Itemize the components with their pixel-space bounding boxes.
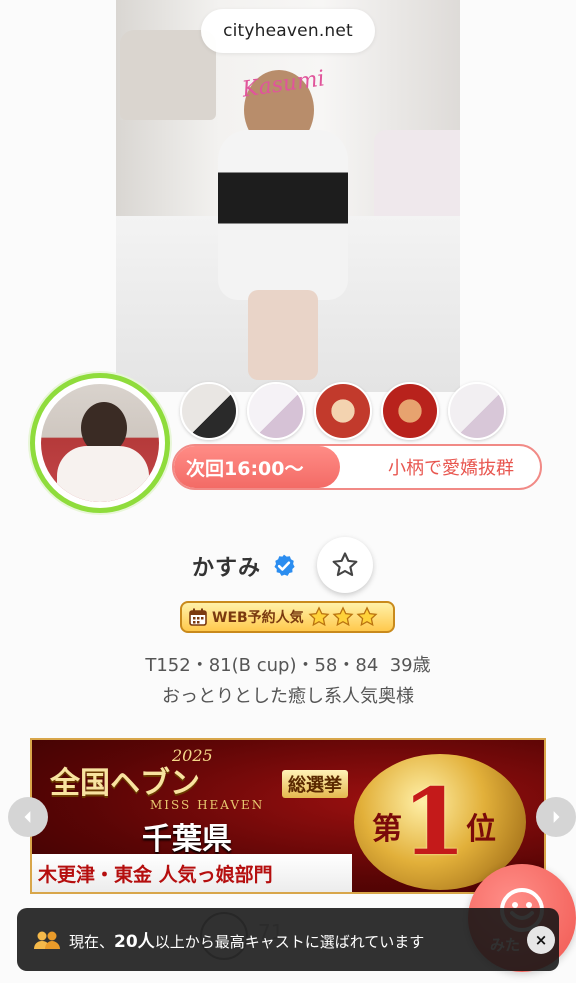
banner-rank-suffix: 位 (466, 812, 497, 847)
favorite-button[interactable] (317, 537, 373, 593)
photo-chair (120, 30, 216, 120)
next-shift-label: 次回16:00〜 (174, 446, 340, 488)
schedule-bar[interactable]: 次回16:00〜 小柄で愛嬌抜群 (172, 444, 542, 490)
miss-heaven-banner[interactable]: 全国ヘブン 2025 総選挙 MISS HEAVEN 千葉県 木更津・東金 人気… (30, 738, 546, 894)
banner-prev-button[interactable] (8, 797, 48, 837)
star-icon (356, 606, 378, 627)
profile-description: おっとりとした癒し系人気奥様 (162, 686, 414, 707)
measurements: T152・81(B cup)・58・84 (145, 655, 379, 676)
photo-thumbnail[interactable] (180, 382, 238, 440)
photo-thumbnail[interactable] (314, 382, 372, 440)
verified-badge-icon (274, 554, 295, 576)
catch-copy: 小柄で愛嬌抜群 (388, 458, 514, 479)
web-reservation-popularity-badge: WEB予約人気 (180, 601, 395, 633)
profile-avatar[interactable] (30, 373, 170, 513)
badge-stars (308, 606, 380, 628)
photo-figure-dress (218, 130, 348, 300)
banner-rank-number: 1 (402, 768, 467, 876)
banner-election: 総選挙 (282, 770, 348, 798)
banner-next-button[interactable] (536, 797, 576, 837)
banner-miss-heaven: MISS HEAVEN (150, 798, 265, 812)
photo-figure (208, 60, 368, 380)
age: 39歳 (389, 655, 431, 676)
profile-page: Kasumi cityheaven.net 次回16:00〜 小柄で愛嬌抜群 か… (0, 0, 576, 983)
toast-message: 現在、20人以上から最高キャストに選ばれています (69, 927, 424, 952)
name-row: かすみ (192, 538, 297, 594)
avatar-body (57, 446, 149, 502)
banner-category: 木更津・東金 人気っ娘部門 (32, 854, 352, 892)
toast-suffix: 以上から最高キャストに選ばれています (154, 933, 425, 951)
toast-notification: 現在、20人以上から最高キャストに選ばれています × (17, 908, 559, 971)
toast-count: 20人 (114, 932, 155, 952)
chevron-right-icon (553, 811, 560, 823)
photo-thumbnail[interactable] (448, 382, 506, 440)
chevron-left-icon (24, 811, 31, 823)
star-outline-icon (332, 552, 358, 577)
badge-label: WEB予約人気 (212, 610, 304, 626)
users-icon (34, 931, 60, 949)
photo-thumbnail[interactable] (247, 382, 305, 440)
profile-measurements-line: T152・81(B cup)・58・84 39歳 (0, 651, 576, 677)
avatar-photo (41, 384, 159, 502)
toast-prefix: 現在、 (69, 933, 115, 951)
banner-prefecture: 千葉県 (142, 822, 232, 857)
main-photo[interactable]: Kasumi (116, 0, 460, 392)
browser-domain-pill[interactable]: cityheaven.net (201, 9, 375, 53)
banner-year: 2025 (172, 746, 213, 765)
star-icon (308, 606, 330, 627)
toast-close-button[interactable]: × (527, 926, 555, 954)
cast-name: かすみ (192, 556, 262, 581)
photo-thumbnail[interactable] (381, 382, 439, 440)
banner-rank: 第 1 位 (372, 776, 496, 868)
star-icon (332, 606, 354, 627)
banner-rank-prefix: 第 (372, 812, 402, 847)
calendar-icon (189, 608, 207, 626)
photo-figure-legs (248, 290, 318, 380)
